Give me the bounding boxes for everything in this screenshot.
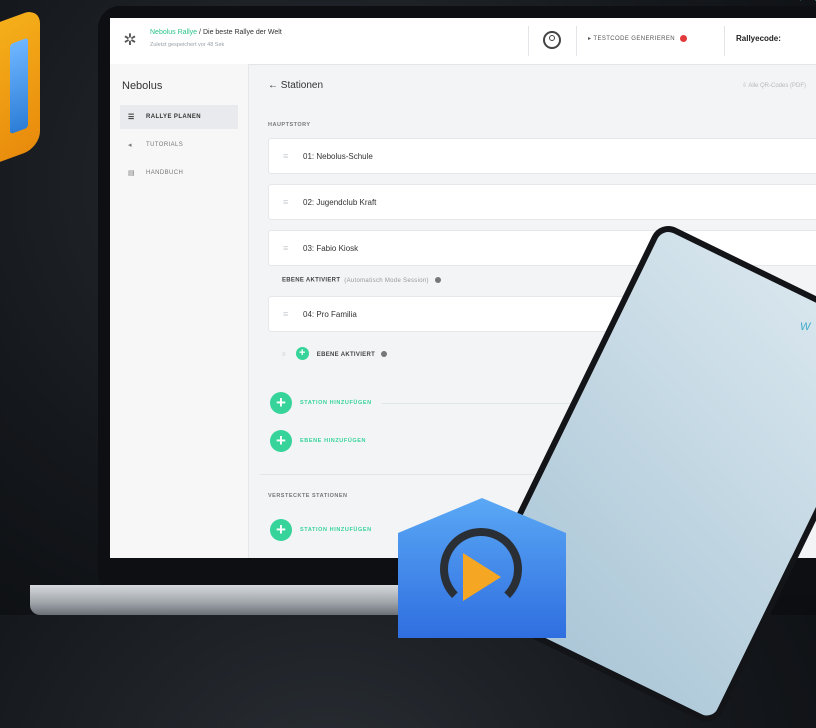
- divider: [576, 26, 577, 56]
- add-level-button[interactable]: + EBENE HINZUFÜGEN: [270, 430, 366, 452]
- breadcrumb-separator: /: [199, 29, 201, 36]
- save-status: Zuletzt gespeichert vor 48 Sek: [150, 42, 225, 48]
- level-info: EBENE AKTIVIERT (Automatisch Mode Session…: [282, 277, 441, 284]
- add-hidden-station-button[interactable]: + STATION HINZUFÜGEN: [270, 519, 372, 541]
- section-title: HAUPTSTORY: [268, 122, 311, 128]
- info-icon[interactable]: [381, 351, 388, 358]
- divider: [528, 26, 529, 56]
- list-icon: ☰: [128, 114, 135, 121]
- export-qr-button[interactable]: ⇩ Alle QR-Codes (PDF): [742, 82, 806, 89]
- drag-handle-icon[interactable]: ≡: [283, 243, 295, 253]
- arrow-icon: ◂: [128, 142, 132, 149]
- sidebar-item-tutorials[interactable]: ◂ TUTORIALS: [120, 133, 238, 157]
- back-title[interactable]: ← Stationen: [268, 80, 323, 91]
- plus-icon: +: [270, 519, 292, 541]
- section-title: VERSTECKTE STATIONEN: [268, 493, 348, 499]
- drag-handle-icon[interactable]: ≡: [283, 197, 295, 207]
- station-label: 02: Jugendclub Kraft: [303, 197, 377, 207]
- book-icon: ▤: [128, 170, 136, 177]
- drag-handle-icon[interactable]: ≡: [283, 309, 295, 319]
- plus-icon: +: [270, 430, 292, 452]
- alert-dot-icon: [680, 35, 687, 42]
- user-icon[interactable]: [543, 31, 561, 49]
- breadcrumb-link[interactable]: Nebolus Rallye: [150, 29, 197, 36]
- breadcrumb: Nebolus Rallye / Die beste Rallye der We…: [150, 29, 282, 36]
- station-row[interactable]: ≡ 02: Jugendclub Kraft: [268, 184, 816, 220]
- info-icon[interactable]: [434, 277, 441, 283]
- sidebar-item-label: RALLYE PLANEN: [146, 114, 201, 120]
- station-label: 03: Fabio Kiosk: [303, 243, 359, 253]
- sidebar-item-label: TUTORIALS: [146, 142, 184, 148]
- play-icon: [463, 553, 501, 601]
- brand-title: Nebolus: [122, 80, 163, 92]
- station-label: 04: Pro Familia: [303, 309, 357, 319]
- drag-handle-icon[interactable]: ≡: [283, 151, 295, 161]
- settings-gear-icon[interactable]: ✲: [120, 31, 140, 51]
- generate-testcode-button[interactable]: ▸ TESTCODE GENERIEREN: [588, 35, 687, 42]
- station-row[interactable]: ≡ 01: Nebolus-Schule: [268, 138, 816, 174]
- plus-icon[interactable]: +: [295, 347, 309, 360]
- rally-code-label: Rallyecode:: [736, 34, 781, 43]
- top-bar: ✲ Nebolus Rallye / Die beste Rallye der …: [110, 18, 816, 65]
- level-sub-row[interactable]: ≡ + EBENE AKTIVIERT: [282, 347, 388, 360]
- sidebar-item-label: HANDBUCH: [146, 170, 184, 176]
- sidebar: Nebolus ☰ RALLYE PLANEN ◂ TUTORIALS ▤ HA…: [110, 64, 249, 558]
- breadcrumb-current: Die beste Rallye der Welt: [202, 29, 282, 36]
- station-label: 01: Nebolus-Schule: [303, 151, 373, 161]
- drag-handle-icon[interactable]: ≡: [282, 352, 286, 358]
- plus-icon: +: [270, 392, 292, 414]
- app-logo-left: [0, 7, 40, 173]
- sidebar-item-handbuch[interactable]: ▤ HANDBUCH: [120, 161, 238, 185]
- sidebar-item-rallye-planen[interactable]: ☰ RALLYE PLANEN: [120, 105, 238, 129]
- divider: [724, 26, 725, 56]
- tablet-label: W: [800, 321, 811, 333]
